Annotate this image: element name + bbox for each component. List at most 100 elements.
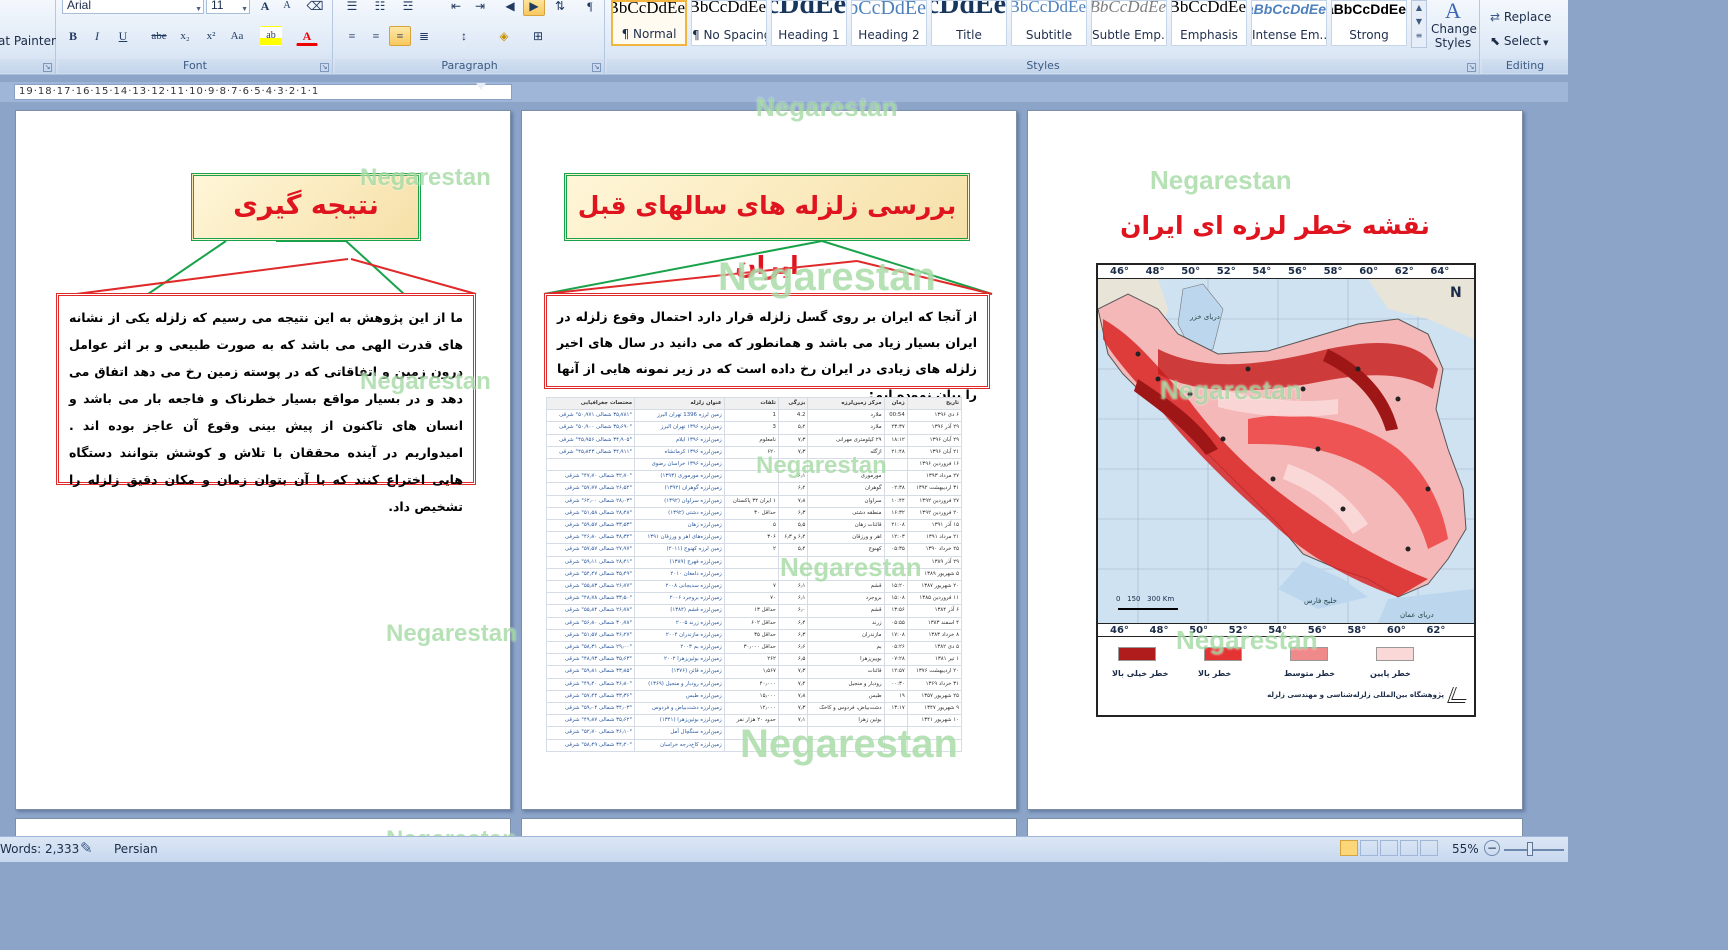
table-header-cell[interactable]: تاریخ (906, 397, 962, 411)
table-header-cell[interactable]: زمان (883, 397, 908, 411)
table-cell[interactable] (546, 458, 636, 472)
underline-button[interactable]: U (112, 26, 134, 46)
table-header-cell[interactable]: مختصات جغرافیایی (546, 397, 636, 411)
line-spacing-icon[interactable]: ↕ (453, 26, 475, 46)
shading-icon[interactable]: ◈ (493, 26, 515, 46)
table-cell[interactable]: ۳۴٫۹۰۵° شمالی ۴۵٫۹۵۶° شرقی (546, 433, 636, 447)
zoom-out-icon[interactable]: − (1484, 840, 1500, 856)
table-cell[interactable]: زمین لرزه 1396 تهران البرز (634, 409, 725, 423)
table-cell[interactable]: زمین‌لرزه ۱۳۹۶ ایلام (634, 433, 725, 447)
zoom-level[interactable]: 55% (1452, 842, 1479, 856)
table-cell[interactable]: ۳۴٫۲۰° شمالی ۵۸٫۴۹° شرقی (546, 738, 636, 752)
change-case-button[interactable]: Aa (226, 26, 248, 46)
gallery-scroll[interactable]: ▲ ▼ ≡ (1411, 0, 1427, 48)
table-cell[interactable]: ۳۴٫۹۱۱° شمالی ۴۵٫۸۴۳° شرقی (546, 445, 636, 460)
table-cell[interactable]: ۳۶٫۱۰° شمالی ۵۲٫۷۰° شرقی (546, 726, 636, 740)
subscript-button[interactable]: x₂ (174, 26, 196, 46)
table-cell[interactable]: زمین لرزه کهنوج (۲۰۱۱) (634, 543, 725, 557)
format-painter-button[interactable]: at Painter (0, 34, 56, 48)
style-intense-em[interactable]: AaBbCcDdEe Intense Em... (1251, 0, 1327, 46)
table-cell[interactable]: زمین‌لرزه گوهران (۱۳۹۲) (634, 482, 725, 496)
table-cell[interactable]: ۳۶٫۸۰° شمالی ۴۹٫۴۰° شرقی (546, 677, 636, 691)
table-cell[interactable]: ۳۳٫۸۵° شمالی ۵۹٫۸۱° شرقی (546, 665, 636, 679)
table-cell[interactable]: ۲۸٫۴۱° شمالی ۵۹٫۱۱° شرقی (546, 555, 636, 569)
table-cell[interactable]: ۲۶٫۵۲° شمالی ۵۷٫۷۷° شرقی (546, 482, 636, 496)
table-cell[interactable]: زمین‌لرزه طبس (634, 689, 725, 704)
style-emphasis[interactable]: AaBbCcDdEe Emphasis (1171, 0, 1247, 46)
align-right-icon[interactable]: ≡ (389, 26, 411, 46)
page-left[interactable]: نتیجه گیری ما از این پژوهش به این نتیجه … (15, 110, 511, 810)
style-no-spacing[interactable]: AaBbCcDdEe ¶ No Spacing (691, 0, 767, 46)
table-cell[interactable]: ۳۲٫۷۰° شمالی ۴۷٫۷۰° شرقی (546, 470, 636, 484)
table-header-cell[interactable]: عنوان زلزله (634, 397, 725, 411)
table-header-cell[interactable]: بزرگی (777, 397, 809, 411)
clipboard-launcher[interactable]: ↘ (43, 63, 52, 72)
table-cell[interactable]: زمین‌لرزه بروجرد ۲۰۰۶ (634, 592, 725, 606)
grow-font-button[interactable]: A (254, 0, 276, 16)
table-cell[interactable]: ۳۰٫۷۸° شمالی ۵۶٫۸۰° شرقی (546, 616, 636, 630)
align-left-icon[interactable]: ≡ (341, 26, 363, 46)
table-cell[interactable]: ۳۵٫۶۹۰° شمالی ۵۰٫۹۰۰° شرقی (546, 421, 636, 435)
page-middle[interactable]: بررسی زلزله های سالهای قبل ایران از آنجا… (521, 110, 1017, 810)
indent-marker[interactable] (476, 83, 486, 90)
table-cell[interactable]: ۲۹٫۰۰° شمالی ۵۸٫۳۱° شرقی (546, 641, 636, 655)
strikethrough-button[interactable]: abe (148, 26, 170, 46)
table-cell[interactable]: ۳۵٫۴۹° شمالی ۵۴٫۴۷° شرقی (546, 567, 636, 582)
align-center-icon[interactable]: ≡ (365, 26, 387, 46)
table-cell[interactable]: ۳۸٫۳۲° شمالی ۴۶٫۸۰° شرقی (546, 531, 636, 545)
table-cell[interactable]: زمین‌لرزه‌های اهر و ورزقان ۱۳۹۱ (634, 531, 725, 545)
rtl-icon[interactable]: ◀ (499, 0, 521, 16)
zoom-slider[interactable] (1504, 849, 1564, 851)
bullets-icon[interactable]: ☰ (341, 0, 363, 16)
table-cell[interactable]: زمین‌لرزه بوئین‌زهرا (۱۳۴۱) (634, 714, 725, 728)
table-cell[interactable]: ۳۵٫۶۲° شمالی ۴۹٫۸۷° شرقی (546, 714, 636, 728)
table-cell[interactable]: ۲۷٫۹۷° شمالی ۵۷٫۵۷° شرقی (546, 543, 636, 557)
table-cell[interactable]: ۳۵٫۶۳° شمالی ۴۸٫۹۳° شرقی (546, 653, 636, 667)
italic-button[interactable]: I (86, 26, 108, 46)
table-cell[interactable]: ۲۶٫۷۷° شمالی ۵۵٫۸۳° شرقی (546, 580, 636, 594)
replace-button[interactable]: ⇄ Replace (1490, 10, 1551, 24)
clear-formatting-icon[interactable]: ⌫ (304, 0, 326, 16)
style-heading[interactable]: AaBbCcDdEe Heading 1 (771, 0, 847, 46)
superscript-button[interactable]: x² (200, 26, 222, 46)
numbering-icon[interactable]: ☷ (369, 0, 391, 16)
pilcrow-icon[interactable]: ¶ (579, 0, 601, 16)
ltr-icon[interactable]: ▶ (523, 0, 545, 16)
style-heading[interactable]: AaBbCcDdEe Heading 2 (851, 0, 927, 46)
table-cell[interactable]: زمین‌لرزه زهان (634, 519, 725, 533)
multilevel-list-icon[interactable]: ☲ (397, 0, 419, 16)
table-cell[interactable]: ۳۳٫۵۰° شمالی ۴۸٫۷۸° شرقی (546, 592, 636, 606)
font-color-button[interactable]: A (296, 26, 318, 46)
shrink-font-button[interactable]: A (276, 0, 298, 16)
table-cell[interactable]: زمین‌لرزه قشم (۱۳۸۴) (634, 604, 725, 618)
borders-icon[interactable]: ⊞ (527, 26, 549, 46)
table-cell[interactable]: زمین‌لرزه رودبار و منجیل (۱۳۶۹) (634, 677, 725, 691)
table-cell[interactable]: زمین‌لرزه مورموری (۱۳۹۳) (634, 470, 725, 484)
font-launcher[interactable]: ↘ (320, 63, 329, 72)
table-cell[interactable]: زمین‌لرزه دشت‌بیاض و فردوس (634, 702, 725, 716)
decrease-indent-icon[interactable]: ⇤ (445, 0, 467, 16)
table-cell[interactable]: زمین‌لرزه سراوان (۱۳۹۲) (634, 494, 725, 508)
table-cell[interactable]: زمین‌لرزه بوئین‌زهرا ۲۰۰۲ (634, 653, 725, 667)
draft-icon[interactable] (1420, 840, 1438, 856)
table-cell[interactable]: ۲۸٫۴۸° شمالی ۵۱٫۵۸° شرقی (546, 506, 636, 521)
table-cell[interactable]: زمین‌لرزه ۱۳۹۶ تهران البرز (634, 421, 725, 435)
style-subtitle[interactable]: AaBbCcDdEe Subtitle (1011, 0, 1087, 46)
style-strong[interactable]: AaBbCcDdEe Strong (1331, 0, 1407, 46)
table-cell[interactable]: ۲۶٫۷۸° شمالی ۵۵٫۸۴° شرقی (546, 604, 636, 618)
style-normal[interactable]: AaBbCcDdEe ¶ Normal (611, 0, 687, 46)
table-header-cell[interactable]: مرکز زمین‌لرزه (807, 397, 885, 411)
sort-icon[interactable]: ⇅ (549, 0, 571, 16)
table-cell[interactable]: ۳۴٫۰۳° شمالی ۵۹٫۰۴° شرقی (546, 702, 636, 716)
table-cell[interactable]: زمین‌لرزه مازندران ۲۰۰۴ (634, 628, 725, 643)
paragraph-launcher[interactable]: ↘ (592, 63, 601, 72)
style-title[interactable]: AaBbCcDdEe Title (931, 0, 1007, 46)
language-indicator[interactable]: Persian (114, 842, 158, 856)
horizontal-ruler[interactable]: 19·18·17·16·15·14·13·12·11·10·9·8·7·6·5·… (0, 82, 1568, 102)
table-cell[interactable]: زمین‌لرزه سنگچال آمل (634, 726, 725, 740)
table-cell[interactable]: ۳۵٫۷۸۱° شمالی ۵۰٫۹۷۱° شرقی (546, 409, 636, 423)
font-size-box[interactable]: 11 ▼ (206, 0, 250, 14)
table-header-cell[interactable]: تلفات (723, 397, 779, 411)
table-cell[interactable]: ۲۸٫۰۳° شمالی ۶۲٫۰۰° شرقی (546, 494, 636, 508)
proofing-icon[interactable]: ✎ (80, 839, 93, 857)
